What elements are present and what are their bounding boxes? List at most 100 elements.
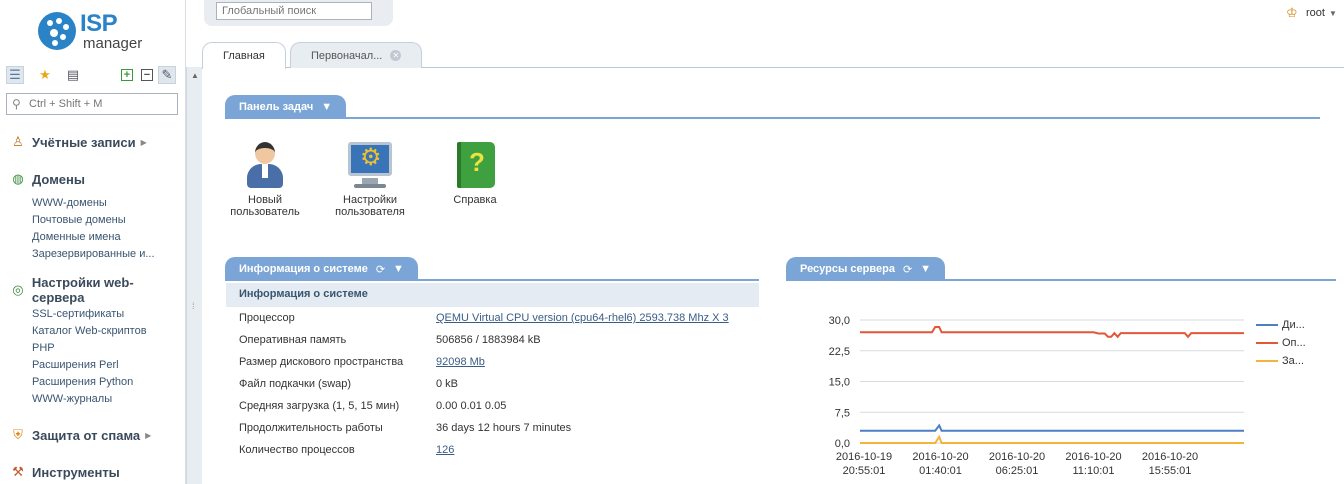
- info-key: Средняя загрузка (1, 5, 15 мин): [239, 400, 400, 412]
- system-info-title[interactable]: Информация о системе ⟳ ▼: [225, 257, 418, 281]
- refresh-icon[interactable]: ⟳: [903, 263, 912, 276]
- task-panel-title[interactable]: Панель задач ▼: [225, 95, 347, 119]
- chevron-right-icon: ▶: [145, 430, 152, 440]
- sidebar-scrollbar[interactable]: ▲ ⁞: [186, 67, 202, 484]
- sidebar-group-spam[interactable]: ⛨ Защита от спама ▶: [10, 425, 151, 445]
- scroll-up-icon[interactable]: ▲: [191, 71, 199, 80]
- help-book-icon: ?: [451, 140, 499, 190]
- close-icon[interactable]: ✕: [390, 50, 402, 61]
- server-resources-header: Ресурсы сервера ⟳ ▼: [786, 257, 1336, 281]
- user-menu[interactable]: ♔ root ▼: [1286, 4, 1337, 22]
- info-value: 506856 / 1883984 kB: [436, 334, 541, 346]
- x-tick-time: 06:25:01: [996, 465, 1039, 477]
- task-help[interactable]: ? Справка: [435, 140, 515, 206]
- sidebar-item-www-domains[interactable]: WWW-домены: [32, 197, 107, 209]
- legend-label: За...: [1282, 355, 1304, 367]
- ispmanager-logo[interactable]: ISP manager: [38, 10, 148, 54]
- sidebar-item-www-logs[interactable]: WWW-журналы: [32, 393, 112, 405]
- legend-swatch: [1256, 360, 1278, 362]
- tools-icon: ⚒: [12, 464, 24, 479]
- legend-label: Оп...: [1282, 337, 1306, 349]
- sidebar-search-field[interactable]: ⚲: [6, 93, 178, 115]
- sidebar-item-ssl[interactable]: SSL-сертификаты: [32, 308, 124, 320]
- tab-label: Первоначал...: [311, 49, 383, 62]
- sidebar: ISP manager ☰ ★ ▤ + − ✎ ⚲ ♙ Учётные запи…: [0, 0, 186, 484]
- task-new-user[interactable]: Новый пользователь: [225, 140, 305, 218]
- tab-home[interactable]: Главная: [202, 42, 286, 69]
- x-tick-date: 2016-10-20: [912, 451, 968, 463]
- y-tick-label: 7,5: [835, 407, 850, 419]
- logo-word-manager: manager: [83, 35, 143, 52]
- monitor-gear-icon: ⚙: [346, 140, 394, 190]
- sidebar-item-domain-names[interactable]: Доменные имена: [32, 231, 121, 243]
- chevron-down-icon: ▼: [1328, 8, 1337, 18]
- sidebar-search-input[interactable]: [29, 96, 174, 112]
- sidebar-group-label: Учётные записи: [32, 134, 136, 150]
- sidebar-item-perl[interactable]: Расширения Perl: [32, 359, 119, 371]
- sidebar-group-domains[interactable]: ◍ Домены: [10, 169, 85, 189]
- y-tick-label: 0,0: [835, 438, 850, 450]
- user-icon: ♙: [12, 134, 24, 149]
- user-name: root: [1306, 7, 1325, 19]
- tab-label: Главная: [223, 50, 265, 62]
- task-label-line1: Новый: [248, 194, 282, 206]
- sidebar-item-reserved[interactable]: Зарезервированные и...: [32, 248, 155, 260]
- sidebar-group-tools[interactable]: ⚒ Инструменты: [10, 462, 120, 482]
- sidebar-item-web-scripts[interactable]: Каталог Web-скриптов: [32, 325, 147, 337]
- info-value: 36 days 12 hours 7 minutes: [436, 422, 572, 434]
- sidebar-item-python[interactable]: Расширения Python: [32, 376, 133, 388]
- task-panel-header: Панель задач ▼: [225, 95, 1320, 119]
- info-key: Файл подкачки (swap): [239, 378, 352, 390]
- series-line: [860, 434, 1244, 444]
- resize-grip-icon[interactable]: ⁞: [192, 301, 194, 311]
- sidebar-group-webserver[interactable]: ◎ Настройки web-сервера: [10, 275, 185, 305]
- x-tick-date: 2016-10-19: [836, 451, 892, 463]
- sidebar-group-label: Настройки web-сервера: [31, 275, 134, 305]
- info-key: Процессор: [239, 312, 295, 324]
- tree-view-icon[interactable]: ☰: [6, 66, 24, 84]
- task-panel-title-label: Панель задач: [239, 101, 314, 113]
- legend-item[interactable]: Оп...: [1256, 337, 1306, 349]
- server-resources-chart: 30,0 22,5 15,0 7,5 0,0 2016-10-19 20:55:01 2016…: [786, 300, 1336, 484]
- sidebar-item-mail-domains[interactable]: Почтовые домены: [32, 214, 126, 226]
- expand-all-icon[interactable]: +: [118, 66, 136, 84]
- legend-item[interactable]: Ди...: [1256, 319, 1305, 331]
- clipboard-icon[interactable]: ▤: [64, 66, 82, 84]
- user-avatar-icon: ♔: [1286, 5, 1298, 20]
- info-value-link[interactable]: 126: [436, 444, 454, 456]
- legend-item[interactable]: За...: [1256, 355, 1304, 367]
- y-tick-label: 22,5: [829, 346, 850, 358]
- logo-mark-icon: [38, 12, 76, 50]
- tab-initial-setup[interactable]: Первоначал... ✕: [290, 42, 423, 68]
- series-line: [860, 326, 1244, 339]
- sidebar-group-label: Защита от спама: [32, 427, 141, 443]
- task-label-line2: пользователь: [230, 206, 300, 218]
- chevron-right-icon: ▶: [140, 137, 147, 147]
- task-user-settings[interactable]: ⚙ Настройки пользователя: [330, 140, 410, 218]
- chevron-down-icon[interactable]: ▼: [393, 263, 404, 275]
- chevron-down-icon[interactable]: ▼: [920, 263, 931, 275]
- x-tick-date: 2016-10-20: [1142, 451, 1198, 463]
- info-key: Размер дискового пространства: [239, 356, 404, 368]
- collapse-all-icon[interactable]: −: [138, 66, 156, 84]
- tab-bar: Главная Первоначал... ✕: [202, 42, 1344, 69]
- sidebar-item-php[interactable]: PHP: [32, 342, 55, 354]
- globe-icon: ◍: [12, 171, 24, 186]
- x-tick-time: 15:55:01: [1149, 465, 1192, 477]
- server-resources-title[interactable]: Ресурсы сервера ⟳ ▼: [786, 257, 946, 281]
- info-key: Количество процессов: [239, 444, 355, 456]
- x-tick-time: 01:40:01: [919, 465, 962, 477]
- info-value-link[interactable]: QEMU Virtual CPU version (cpu64-rhel6) 2…: [436, 312, 729, 324]
- global-search-input[interactable]: [216, 2, 372, 20]
- favorites-star-icon[interactable]: ★: [36, 66, 54, 84]
- series-line: [860, 423, 1244, 432]
- refresh-icon[interactable]: ⟳: [376, 263, 385, 276]
- sidebar-group-accounts[interactable]: ♙ Учётные записи ▶: [10, 132, 147, 152]
- info-key: Продолжительность работы: [239, 422, 383, 434]
- pin-icon[interactable]: ✎: [158, 66, 176, 84]
- info-key: Оперативная память: [239, 334, 347, 346]
- info-value-link[interactable]: 92098 Mb: [436, 356, 485, 368]
- sidebar-group-label: Инструменты: [32, 464, 120, 480]
- legend-swatch: [1256, 342, 1278, 344]
- chevron-down-icon: ▼: [321, 101, 333, 113]
